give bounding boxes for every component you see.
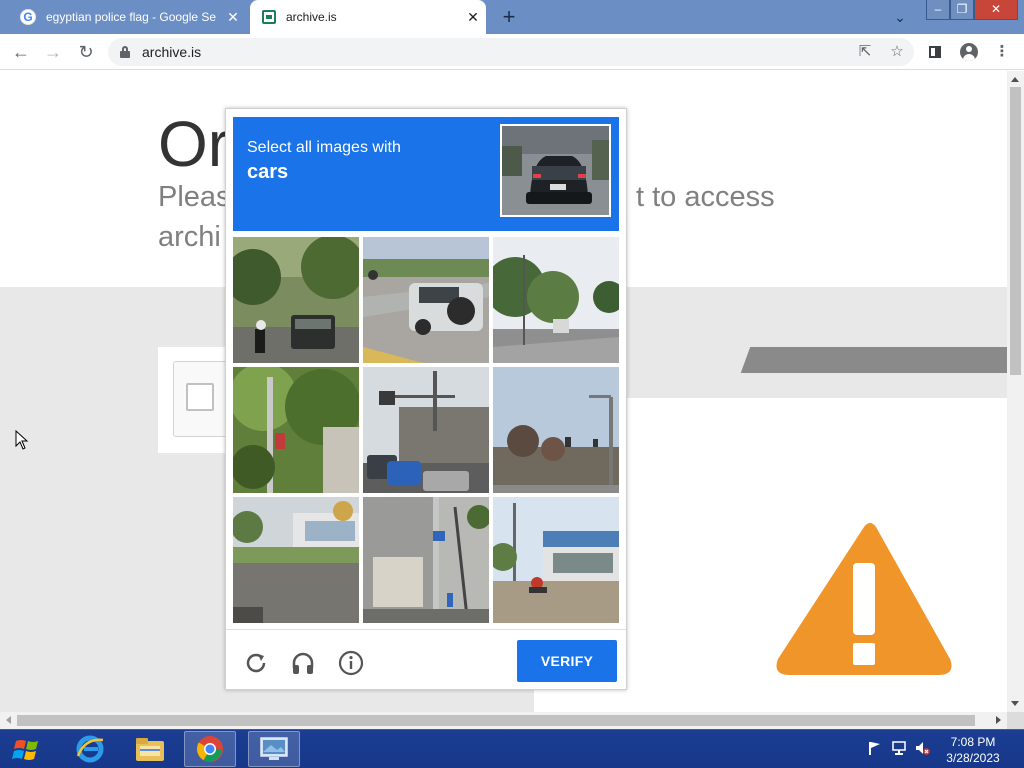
windows-taskbar: 7:08 PM 3/28/2023 xyxy=(0,729,1024,768)
browser-toolbar: ← → ↻ archive.is ⇱ ☆ ⋮ xyxy=(0,34,1024,70)
minimize-button[interactable]: – xyxy=(926,0,950,20)
forward-arrow-icon[interactable]: → xyxy=(41,40,65,64)
captcha-tile[interactable] xyxy=(493,497,619,623)
lock-icon[interactable] xyxy=(120,46,130,58)
page-heading: Or xyxy=(158,108,230,180)
close-icon[interactable]: ✕ xyxy=(460,9,486,26)
horizontal-scrollbar[interactable] xyxy=(0,712,1007,729)
chrome-icon[interactable] xyxy=(184,731,236,767)
volume-muted-icon[interactable] xyxy=(914,740,930,756)
warning-icon xyxy=(776,523,952,675)
system-clock[interactable]: 7:08 PM 3/28/2023 xyxy=(938,734,1008,766)
vertical-scrollbar[interactable] xyxy=(1007,71,1024,712)
url-text: archive.is xyxy=(142,44,202,60)
tab-title: egyptian police flag - Google Se xyxy=(46,10,217,24)
tab-google-search[interactable]: G egyptian police flag - Google Se ✕ xyxy=(8,0,246,34)
network-icon[interactable] xyxy=(891,740,907,756)
side-panel-icon[interactable] xyxy=(926,43,944,61)
clock-date: 3/28/2023 xyxy=(946,751,1000,765)
captcha-tile[interactable] xyxy=(233,497,359,623)
address-bar[interactable]: archive.is xyxy=(108,38,914,66)
kebab-menu-icon[interactable]: ⋮ xyxy=(993,43,1011,61)
tab-archive[interactable]: archive.is ✕ xyxy=(250,0,486,34)
page-subtitle: t to access xyxy=(636,181,775,213)
google-g-icon: G xyxy=(20,9,36,25)
captcha-tile[interactable] xyxy=(233,367,359,493)
reload-icon[interactable] xyxy=(243,650,269,676)
chevron-down-icon[interactable]: ⌄ xyxy=(888,6,912,28)
close-icon[interactable]: ✕ xyxy=(220,9,246,26)
windows-start-icon[interactable] xyxy=(6,733,50,767)
verify-button[interactable]: VERIFY xyxy=(517,640,617,682)
challenge-footer: VERIFY xyxy=(226,629,626,689)
captcha-tile[interactable] xyxy=(363,237,489,363)
captcha-tile[interactable] xyxy=(493,237,619,363)
tab-strip: G egyptian police flag - Google Se ✕ arc… xyxy=(0,0,1024,34)
page-subtitle: Pleas xyxy=(158,181,231,213)
new-tab-button[interactable]: + xyxy=(496,4,522,30)
window-close-button[interactable]: ✕ xyxy=(974,0,1018,20)
share-icon[interactable]: ⇱ xyxy=(856,43,874,61)
captcha-tile[interactable] xyxy=(493,367,619,493)
reload-icon[interactable]: ↻ xyxy=(74,40,98,64)
captcha-tile[interactable] xyxy=(363,497,489,623)
back-arrow-icon[interactable]: ← xyxy=(9,40,33,64)
info-icon[interactable] xyxy=(338,650,364,676)
challenge-header: Select all images with cars xyxy=(233,117,619,231)
sample-image xyxy=(500,124,611,217)
image-grid xyxy=(233,237,619,623)
headphones-icon[interactable] xyxy=(290,650,316,676)
page-subtitle: archi xyxy=(158,221,221,253)
clock-time: 7:08 PM xyxy=(950,735,996,749)
tab-title: archive.is xyxy=(286,10,337,24)
archive-icon xyxy=(262,10,276,24)
restore-button[interactable]: ❐ xyxy=(950,0,974,20)
star-icon[interactable]: ☆ xyxy=(888,43,906,61)
action-center-flag-icon[interactable] xyxy=(866,740,882,756)
remote-desktop-icon[interactable] xyxy=(248,731,300,767)
captcha-tile[interactable] xyxy=(233,237,359,363)
captcha-tile[interactable] xyxy=(363,367,489,493)
recaptcha-challenge: Select all images with cars VERIFY xyxy=(225,108,627,690)
scroll-corner xyxy=(1007,712,1024,729)
challenge-instruction: Select all images with xyxy=(247,139,401,156)
mouse-cursor-icon xyxy=(15,430,29,450)
file-explorer-icon[interactable] xyxy=(124,731,176,767)
internet-explorer-icon[interactable] xyxy=(64,731,116,767)
challenge-target: cars xyxy=(247,161,289,183)
profile-icon[interactable] xyxy=(960,43,978,61)
captcha-checkbox[interactable] xyxy=(186,383,214,411)
